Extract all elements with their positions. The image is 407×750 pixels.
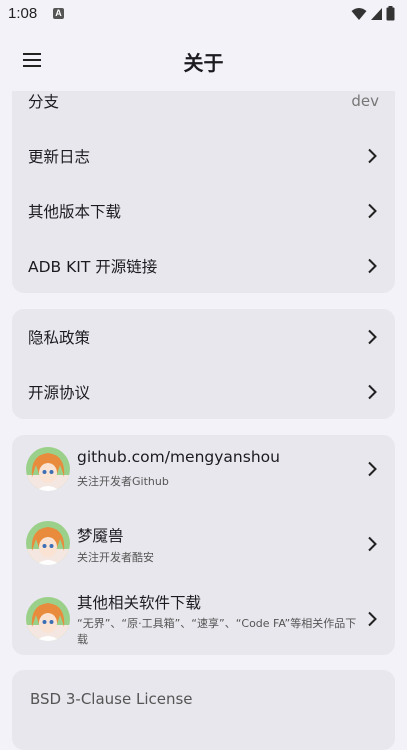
license-title: BSD 3-Clause License <box>30 690 193 708</box>
app-bar: 关于 <box>0 36 407 84</box>
row-label: 其他版本下载 <box>28 202 122 221</box>
github-row[interactable]: github.com/mengyanshou 关注开发者Github <box>12 435 395 503</box>
row-label: 更新日志 <box>28 147 91 166</box>
chevron-right-icon <box>368 258 377 273</box>
row-label: ADB KIT 开源链接 <box>28 257 158 276</box>
chevron-right-icon <box>368 329 377 344</box>
chevron-right-icon <box>368 536 377 552</box>
other-versions-row[interactable]: 其他版本下载 <box>12 183 395 238</box>
chevron-right-icon <box>368 384 377 399</box>
wifi-icon <box>351 7 367 20</box>
avatar <box>26 521 70 565</box>
page-title: 关于 <box>183 51 224 75</box>
row-label: 分支 <box>28 92 60 111</box>
source-link-row[interactable]: ADB KIT 开源链接 <box>12 238 395 293</box>
privacy-policy-row[interactable]: 隐私政策 <box>12 309 395 364</box>
policy-card: 隐私政策 开源协议 <box>12 309 395 419</box>
avatar <box>26 597 70 641</box>
info-card: 分支 dev 更新日志 其他版本下载 ADB KIT 开源链接 <box>12 91 395 293</box>
changelog-row[interactable]: 更新日志 <box>12 128 395 183</box>
chevron-right-icon <box>368 203 377 218</box>
license-card: BSD 3-Clause License <box>12 670 395 750</box>
chevron-right-icon <box>368 461 377 477</box>
row-subtitle: “无界”、“原·工具箱”、“速享”、“Code FA”等相关作品下载 <box>77 617 357 646</box>
branch-row: 分支 dev <box>12 91 395 128</box>
signal-icon <box>371 7 382 20</box>
battery-icon <box>386 6 395 21</box>
row-title: github.com/mengyanshou <box>77 448 280 466</box>
chevron-right-icon <box>368 148 377 163</box>
open-source-license-row[interactable]: 开源协议 <box>12 364 395 419</box>
row-subtitle: 关注开发者酷安 <box>77 551 154 564</box>
row-title: 其他相关软件下载 <box>77 594 202 612</box>
status-bar: 1:08 A <box>0 0 407 28</box>
status-icons <box>351 6 395 21</box>
other-software-row[interactable]: 其他相关软件下载 “无界”、“原·工具箱”、“速享”、“Code FA”等相关作… <box>12 583 395 655</box>
notification-icon: A <box>53 8 64 19</box>
avatar <box>26 447 70 491</box>
chevron-right-icon <box>368 611 377 627</box>
row-label: 隐私政策 <box>28 328 91 347</box>
row-label: 开源协议 <box>28 383 91 402</box>
developer-card: github.com/mengyanshou 关注开发者Github 梦魇兽 关… <box>12 435 395 655</box>
status-time: 1:08 <box>8 5 38 22</box>
coolapk-row[interactable]: 梦魇兽 关注开发者酷安 <box>12 509 395 579</box>
row-title: 梦魇兽 <box>77 527 124 545</box>
branch-value: dev <box>351 91 379 110</box>
row-subtitle: 关注开发者Github <box>77 475 169 488</box>
